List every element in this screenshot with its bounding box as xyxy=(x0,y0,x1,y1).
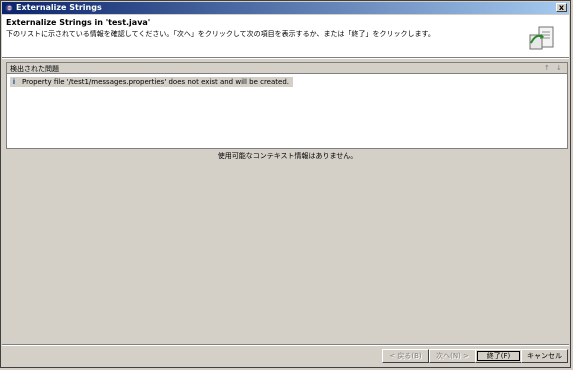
wizard-heading: Externalize Strings in 'test.java' xyxy=(6,18,151,27)
problems-header: 検出された問題 ↑ ↓ xyxy=(7,63,567,74)
previous-problem-button[interactable]: ↑ xyxy=(544,63,550,73)
externalize-wizard-icon xyxy=(529,26,554,50)
info-icon: i xyxy=(12,78,16,86)
close-button[interactable]: x xyxy=(556,3,567,12)
next-button[interactable]: 次へ(N) > xyxy=(429,349,476,363)
banner-divider xyxy=(2,58,569,59)
problem-row[interactable]: i Property file '/test1/messages.properti… xyxy=(10,77,293,87)
wizard-banner: Externalize Strings in 'test.java' 下のリスト… xyxy=(2,15,569,58)
window-title: Externalize Strings xyxy=(16,3,102,12)
problems-header-label: 検出された問題 xyxy=(10,65,59,73)
eclipse-app-icon xyxy=(5,4,13,12)
next-problem-button[interactable]: ↓ xyxy=(556,63,562,73)
wizard-description: 下のリストに示されている情報を確認してください。「次へ」をクリックして次の項目を… xyxy=(6,30,435,38)
context-info-message: 使用可能なコンテキスト情報はありません。 xyxy=(217,152,358,160)
problems-panel: 検出された問題 ↑ ↓ i Property file '/test1/messa… xyxy=(6,62,568,149)
title-bar[interactable]: Externalize Strings x xyxy=(2,2,569,14)
externalize-strings-dialog: Externalize Strings x Externalize String… xyxy=(0,0,571,368)
cancel-button[interactable]: キャンセル xyxy=(521,349,568,363)
finish-button[interactable]: 終了(F) xyxy=(475,349,522,363)
button-bar-divider xyxy=(2,344,569,346)
back-button[interactable]: < 戻る(B) xyxy=(382,349,429,363)
problem-message: Property file '/test1/messages.propertie… xyxy=(22,78,289,86)
